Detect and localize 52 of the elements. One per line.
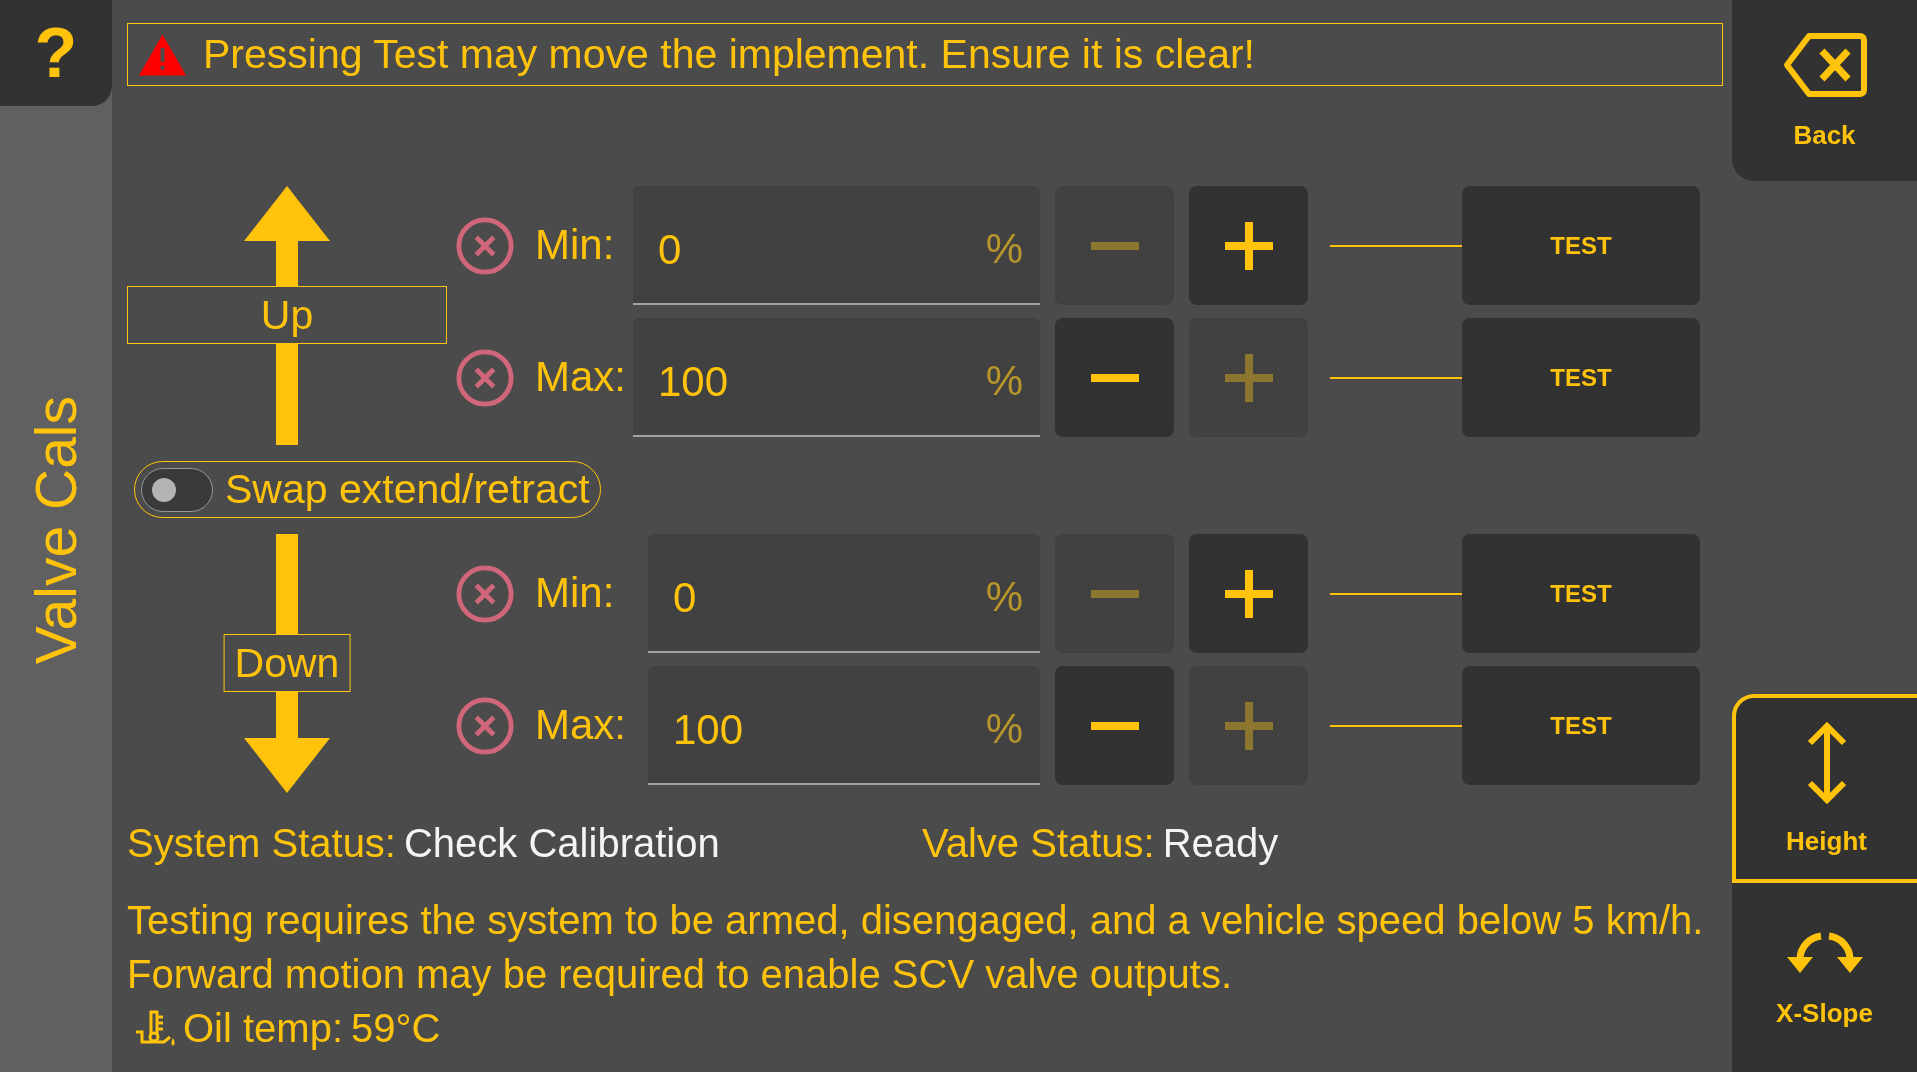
toggle-switch[interactable] xyxy=(141,467,213,512)
test-button[interactable]: TEST xyxy=(1462,186,1700,305)
value-field[interactable]: 100 xyxy=(648,666,978,785)
warning-icon xyxy=(138,32,187,77)
status-label: Valve Status: xyxy=(922,820,1155,867)
backspace-icon xyxy=(1781,31,1868,98)
value-field[interactable]: 0 xyxy=(633,186,978,305)
direction-label: Down xyxy=(223,634,351,692)
unit-label: % xyxy=(977,534,1040,653)
plus-icon xyxy=(1224,701,1273,750)
status-label: System Status: xyxy=(127,820,396,867)
limit-label: Max: xyxy=(535,702,627,749)
test-button[interactable]: TEST xyxy=(1462,534,1700,653)
direction-label: Up xyxy=(127,286,447,344)
status-value: Check Calibration xyxy=(404,820,720,867)
status-value: Ready xyxy=(1162,820,1279,867)
unit-label: % xyxy=(977,186,1040,305)
warning-text: Pressing Test may move the implement. Ensure it is clear! xyxy=(203,30,1255,79)
mode-tab[interactable]: Height xyxy=(1732,694,1917,883)
test-button[interactable]: TEST xyxy=(1462,318,1700,437)
x-circle-icon xyxy=(455,563,515,624)
increase-button[interactable] xyxy=(1189,186,1308,305)
mode-tab[interactable]: X-Slope xyxy=(1732,883,1917,1072)
plus-icon xyxy=(1224,569,1273,618)
x-circle-icon xyxy=(455,347,515,408)
decrease-button[interactable] xyxy=(1055,318,1174,437)
plus-icon xyxy=(1224,353,1273,402)
info-text: Testing requires the system to be armed, disengaged, and a vehicle speed below 5 km/h. xyxy=(127,897,1704,944)
back-button[interactable]: Back xyxy=(1732,0,1917,181)
value-field[interactable]: 100 xyxy=(633,318,978,437)
value-field[interactable]: 0 xyxy=(648,534,978,653)
unit-label: % xyxy=(977,318,1040,437)
oil-temp-value: 59°C xyxy=(351,1005,441,1052)
x-circle-icon xyxy=(455,695,515,756)
limit-label: Min: xyxy=(535,222,616,269)
unit-label: % xyxy=(977,666,1040,785)
oil-temp-label: Oil temp: xyxy=(183,1005,344,1052)
plus-icon xyxy=(1224,221,1273,270)
decrease-button[interactable] xyxy=(1055,666,1174,785)
x-circle-icon xyxy=(455,215,515,276)
page-title: Valve Cals xyxy=(24,396,88,665)
limit-label: Max: xyxy=(535,354,627,401)
minus-icon xyxy=(1090,241,1139,250)
info-text: Forward motion may be required to enable SCV valve outputs. xyxy=(127,951,1233,998)
help-button[interactable]: ? xyxy=(0,0,112,106)
thermometer-icon xyxy=(134,1008,177,1048)
limit-label: Min: xyxy=(535,570,616,617)
test-button[interactable]: TEST xyxy=(1462,666,1700,785)
minus-icon xyxy=(1090,721,1139,730)
minus-icon xyxy=(1090,589,1139,598)
increase-button[interactable] xyxy=(1189,534,1308,653)
minus-icon xyxy=(1090,373,1139,382)
